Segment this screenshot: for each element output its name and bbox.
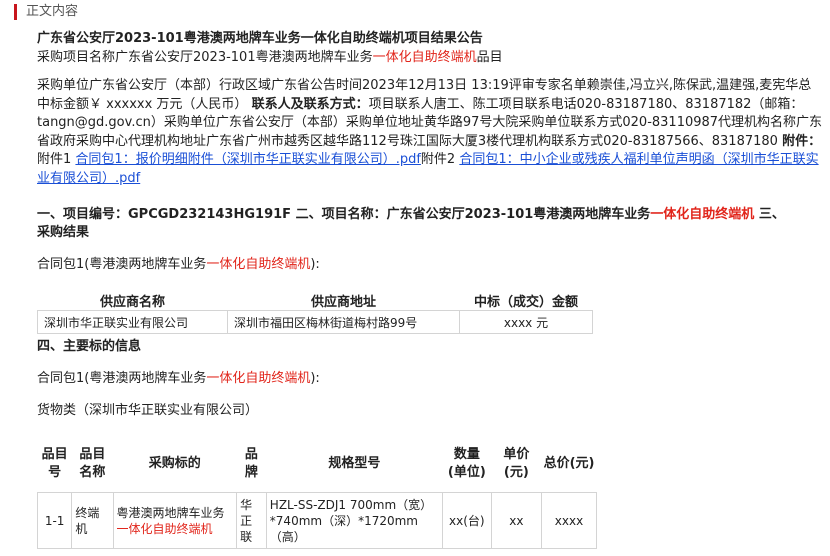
item-brand-header: 品牌 [244, 447, 258, 480]
item-qty-header: 数量(单位) [447, 447, 486, 480]
attachment1-prefix: 附件1 [37, 152, 72, 167]
procurement-info: 采购单位广东省公安厅（本部）行政区域广东省公告时间2023年12月13日 13:… [37, 77, 823, 188]
item-total-header: 总价(元) [543, 456, 595, 471]
item-qty-cell: xx(台) [441, 492, 492, 549]
item-subject-highlight: 一体化自助终端机 [116, 521, 213, 536]
item-subject-cell: 粤港澳两地牌车业务一体化自助终端机 [112, 492, 238, 549]
supplier-name-header: 供应商名称 [99, 294, 165, 310]
heading-procurement-result: 采购结果 [37, 225, 90, 240]
attachment2-prefix: 附件2 [420, 152, 456, 167]
item-no-header: 品目号 [41, 447, 68, 480]
contract-package-1: 合同包1(粤港澳两地牌车业务一体化自助终端机): [37, 256, 320, 274]
contract-package-1-repeat: 合同包1(粤港澳两地牌车业务一体化自助终端机): [37, 370, 320, 388]
contract-pkg-suffix: ): [310, 257, 320, 272]
notice-title: 广东省公安厅2023-101粤港澳两地牌车业务一体化自助终端机项目结果公告 [37, 31, 483, 46]
item-spec-cell: HZL-SS-ZDJ1 700mm（宽）*740mm（深）*1720mm（高） [265, 492, 443, 549]
heading-project-id: 一、项目编号：GPCGD232143HG191F 二、项目名称：广东省公安厅20… [37, 206, 785, 224]
items-table-header: 品目号 品目名称 采购标的 品牌 规格型号 数量(单位) 单价(元) 总价(元) [38, 436, 597, 493]
project-line-highlight: 一体化自助终端机 [372, 50, 477, 65]
item-brand-cell: 华正联 [236, 492, 267, 549]
contract-pkg-highlight: 一体化自助终端机 [206, 257, 311, 272]
item-subject-header: 采购标的 [148, 456, 201, 471]
supplier-address-cell: 深圳市福田区梅林街道梅村路99号 [227, 310, 460, 334]
table-row: 深圳市华正联实业有限公司 深圳市福田区梅林街道梅村路99号 xxxx 元 [37, 310, 593, 334]
project-line-prefix: 采购项目名称广东省公安厅2023-101粤港澳两地牌车业务 [37, 50, 373, 65]
attachment1-link[interactable]: 合同包1：报价明细附件（深圳市华正联实业有限公司）.pdf [75, 152, 420, 167]
attachment-label: 附件： [782, 133, 822, 149]
section-label: 正文内容 [14, 4, 78, 20]
item-total-cell: xxxx [541, 492, 597, 549]
item-spec-header: 规格型号 [328, 456, 381, 471]
heading-main-subject: 四、主要标的信息 [37, 339, 142, 354]
contract-pkg-prefix: 合同包1(粤港澳两地牌车业务 [37, 257, 207, 272]
project-name-line: 采购项目名称广东省公安厅2023-101粤港澳两地牌车业务一体化自助终端机品目 [37, 48, 823, 67]
notice-header: 广东省公安厅2023-101粤港澳两地牌车业务一体化自助终端机项目结果公告 采购… [37, 30, 823, 67]
bid-amount-cell: xxxx 元 [459, 310, 593, 334]
contract-pkg-suffix-2: ): [310, 371, 320, 386]
contract-pkg-prefix-2: 合同包1(粤港澳两地牌车业务 [37, 371, 207, 386]
item-unit-price-cell: xx [490, 492, 543, 549]
item-no-cell: 1-1 [36, 492, 73, 549]
goods-category-label: 货物类（深圳市华正联实业有限公司） [37, 403, 259, 418]
supplier-table: 供应商名称 供应商地址 中标（成交）金额 深圳市华正联实业有限公司 深圳市福田区… [37, 290, 593, 334]
project-line-suffix: 品目 [476, 50, 503, 65]
item-unit-price-header: 单价(元) [503, 447, 530, 480]
bid-amount-header: 中标（成交）金额 [473, 294, 578, 310]
item-subject-prefix: 粤港澳两地牌车业务 [116, 505, 225, 520]
table-row: 1-1 终端机 粤港澳两地牌车业务一体化自助终端机 华正联 HZL-SS-ZDJ… [36, 492, 597, 549]
contract-pkg-highlight-2: 一体化自助终端机 [206, 371, 311, 386]
items-table: 品目号 品目名称 采购标的 品牌 规格型号 数量(单位) 单价(元) 总价(元)… [36, 436, 597, 549]
supplier-name-cell: 深圳市华正联实业有限公司 [37, 310, 228, 334]
heading1-highlight: 一体化自助终端机 [650, 207, 755, 222]
supplier-table-header: 供应商名称 供应商地址 中标（成交）金额 [38, 290, 593, 311]
item-name-cell: 终端机 [71, 492, 114, 549]
item-name-header: 品目名称 [79, 447, 106, 480]
heading1-prefix: 一、项目编号：GPCGD232143HG191F 二、项目名称：广东省公安厅20… [37, 207, 651, 222]
heading1-suffix: 三、 [754, 207, 785, 222]
contact-label: 联系人及联系方式： [251, 96, 369, 112]
supplier-address-header: 供应商地址 [310, 294, 376, 310]
